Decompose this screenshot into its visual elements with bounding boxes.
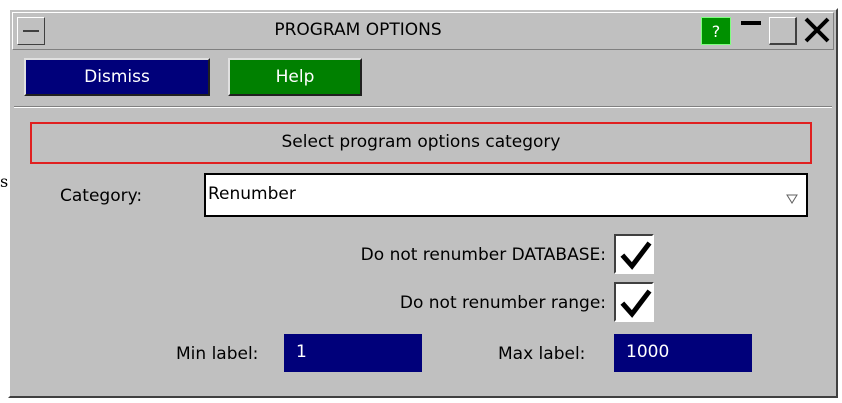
- minimize-icon[interactable]: [737, 17, 765, 45]
- dropdown-arrow-icon: [786, 181, 798, 219]
- checkmark-icon: [620, 241, 652, 270]
- max-label-text: Max label:: [498, 344, 586, 364]
- window-title: PROGRAM OPTIONS: [274, 20, 442, 40]
- checkmark-icon: [620, 289, 652, 318]
- category-header: Select program options category: [30, 122, 812, 164]
- dismiss-button[interactable]: Dismiss: [24, 58, 210, 96]
- title-bar[interactable]: PROGRAM OPTIONS ?: [12, 12, 834, 50]
- help-button[interactable]: Help: [228, 58, 362, 96]
- no-renumber-range-label: Do not renumber range:: [399, 293, 606, 313]
- max-label-field[interactable]: 1000: [614, 334, 752, 372]
- no-renumber-range-checkbox[interactable]: [614, 282, 654, 322]
- help-icon[interactable]: ?: [701, 17, 731, 45]
- divider: [14, 106, 832, 108]
- close-icon[interactable]: [801, 15, 833, 47]
- maximize-icon[interactable]: [769, 17, 797, 45]
- no-renumber-database-checkbox[interactable]: [614, 234, 654, 274]
- category-value: Renumber: [208, 184, 296, 204]
- stray-text: s: [0, 172, 9, 191]
- min-label-field[interactable]: 1: [284, 334, 422, 372]
- no-renumber-database-label: Do not renumber DATABASE:: [360, 245, 606, 265]
- min-label-text: Min label:: [176, 344, 259, 364]
- program-options-window: PROGRAM OPTIONS ? Dismiss Help Select pr…: [8, 8, 838, 398]
- category-dropdown[interactable]: Renumber: [204, 173, 808, 217]
- category-label: Category:: [60, 186, 143, 206]
- system-menu-icon[interactable]: [17, 17, 45, 45]
